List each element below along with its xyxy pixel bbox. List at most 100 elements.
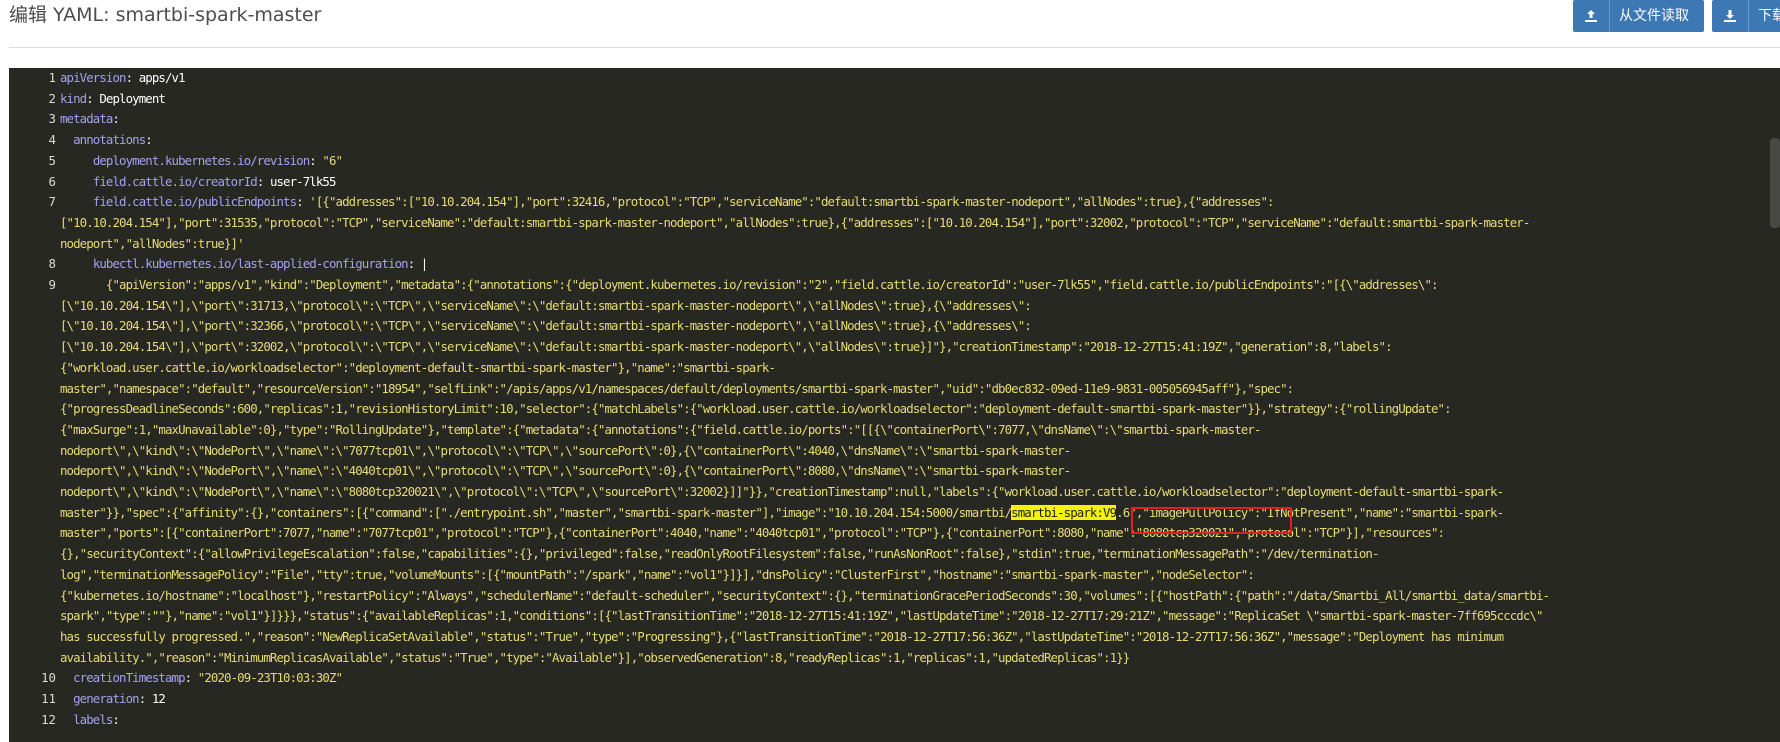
code-token: : xyxy=(184,670,198,686)
code-token: [\"10.10.204.154\"],\"port\":32002,\"pro… xyxy=(60,339,1393,355)
code-token: availability.","reason":"MinimumReplicas… xyxy=(60,649,1130,665)
code-line: has successfully progressed.","reason":"… xyxy=(60,626,1504,647)
code-token: {"workload.user.cattle.io/workloadselect… xyxy=(60,359,776,375)
code-line: [\"10.10.204.154\"],\"port\":31713,\"pro… xyxy=(60,295,1032,316)
read-from-file-label: 从文件读取 xyxy=(1619,8,1689,24)
code-token: spark","type":""},"name":"vol1"}]}}},"st… xyxy=(60,608,1543,624)
code-line: generation: 12 xyxy=(60,688,166,709)
code-line: {"maxSurge":1,"maxUnavailable":0},"type"… xyxy=(60,419,1261,440)
yaml-key: kubectl.kubernetes.io/last-applied-confi… xyxy=(92,256,409,272)
code-line: field.cattle.io/creatorId: user-7lk55 xyxy=(60,171,337,192)
line-number: 2 xyxy=(48,90,56,106)
line-number: 9 xyxy=(48,277,56,292)
code-line: field.cattle.io/publicEndpoints: '[{"add… xyxy=(60,191,1275,212)
code-line: labels: xyxy=(60,709,120,730)
highlighted-text: smartbi-spark:V9 xyxy=(1011,504,1117,520)
code-token: master","namespace":"default","resourceV… xyxy=(60,380,1294,396)
code-token: [\"10.10.204.154\"],\"port\":31713,\"pro… xyxy=(60,297,1032,313)
yaml-key: apiVersion xyxy=(60,70,127,85)
code-line: log","terminationMessagePolicy":"File","… xyxy=(60,564,1255,585)
code-line: nodeport\",\"kind\":\"NodePort\",\"name\… xyxy=(60,460,1071,481)
yaml-key: field.cattle.io/publicEndpoints xyxy=(92,194,297,210)
yaml-key: metadata xyxy=(60,111,113,127)
code-token: 12 xyxy=(151,691,166,706)
line-number: 3 xyxy=(48,111,56,127)
editor-scrollbar[interactable] xyxy=(1770,138,1780,228)
page-title: 编辑 YAML: smartbi-spark-master xyxy=(9,4,322,26)
code-token: : xyxy=(86,90,100,106)
code-token: : xyxy=(309,152,323,168)
yaml-key: labels xyxy=(73,711,113,727)
code-line: kubectl.kubernetes.io/last-applied-confi… xyxy=(60,253,429,274)
header-divider xyxy=(9,47,1780,48)
code-token: {"maxSurge":1,"maxUnavailable":0},"type"… xyxy=(60,421,1261,437)
code-token: : xyxy=(112,711,120,727)
code-token: : xyxy=(256,173,270,189)
code-token: : xyxy=(145,132,152,148)
code-token: master"}},"spec":{"affinity":{},"contain… xyxy=(60,504,1012,520)
line-number: 5 xyxy=(48,152,56,168)
code-token: "2020-09-23T10:03:30Z" xyxy=(197,670,343,686)
code-token: "6" xyxy=(322,152,343,168)
line-number: 7 xyxy=(48,194,56,210)
yaml-key: annotations xyxy=(73,132,146,148)
code-line: spark","type":""},"name":"vol1"}]}}},"st… xyxy=(60,605,1543,626)
code-token: {"progressDeadlineSeconds":600,"replicas… xyxy=(60,401,1452,417)
code-token: Deployment xyxy=(99,90,166,106)
line-number: 1 xyxy=(48,70,56,85)
code-line: {"kubernetes.io/hostname":"localhost"},"… xyxy=(60,585,1550,606)
code-line: {"apiVersion":"apps/v1","kind":"Deployme… xyxy=(60,274,1439,295)
code-line: apiVersion: apps/v1 xyxy=(60,68,186,88)
code-line: {"workload.user.cattle.io/workloadselect… xyxy=(60,357,776,378)
code-token: nodeport\",\"kind\":\"NodePort\",\"name\… xyxy=(60,484,1504,499)
line-number: 12 xyxy=(41,711,56,727)
code-token: nodeport","allNodes":true}]' xyxy=(60,235,245,251)
code-line: annotations: xyxy=(60,129,153,150)
code-token: : xyxy=(125,70,139,85)
code-line: availability.","reason":"MinimumReplicas… xyxy=(60,647,1130,668)
code-token: : xyxy=(296,194,310,210)
code-line: [\"10.10.204.154\"],\"port\":32002,\"pro… xyxy=(60,336,1393,357)
yaml-key: deployment.kubernetes.io/revision xyxy=(92,152,310,168)
download-icon xyxy=(1712,0,1749,32)
code-token: nodeport\",\"kind\":\"NodePort\",\"name\… xyxy=(60,442,1071,458)
line-number: 10 xyxy=(41,670,56,686)
code-token: {"kubernetes.io/hostname":"localhost"},"… xyxy=(60,587,1550,603)
code-line: master","namespace":"default","resourceV… xyxy=(60,378,1294,399)
yaml-key: kind xyxy=(60,90,87,106)
code-line: ["10.10.204.154"],"port":31535,"protocol… xyxy=(60,212,1530,233)
line-number: 8 xyxy=(48,256,56,272)
code-token: {},"securityContext":{"allowPrivilegeEsc… xyxy=(60,546,1379,562)
code-token: user-7lk55 xyxy=(269,173,337,189)
code-token: nodeport\",\"kind\":\"NodePort\",\"name\… xyxy=(60,463,1071,479)
code-line: kind: Deployment xyxy=(60,88,166,109)
yaml-key: generation xyxy=(73,691,140,706)
code-line: deployment.kubernetes.io/revision: "6" xyxy=(60,150,343,171)
code-line: [\"10.10.204.154\"],\"port\":32366,\"pro… xyxy=(60,315,1032,336)
code-token: log","terminationMessagePolicy":"File","… xyxy=(60,566,1255,582)
code-token: ["10.10.204.154"],"port":31535,"protocol… xyxy=(60,214,1530,230)
code-token: {"apiVersion":"apps/v1","kind":"Deployme… xyxy=(60,277,1439,292)
code-line: nodeport\",\"kind\":\"NodePort\",\"name\… xyxy=(60,440,1071,461)
download-label: 下载 xyxy=(1758,8,1780,24)
code-token: : | xyxy=(407,256,429,272)
yaml-editor[interactable]: 1 apiVersion: apps/v1 2 kind: Deployment 3 me… xyxy=(9,68,1780,742)
line-number: 11 xyxy=(41,691,56,706)
code-line: nodeport\",\"kind\":\"NodePort\",\"name\… xyxy=(60,481,1504,502)
download-button[interactable]: 下载 xyxy=(1712,0,1780,32)
read-from-file-button[interactable]: 从文件读取 xyxy=(1573,0,1704,32)
yaml-key: creationTimestamp xyxy=(73,670,185,686)
code-line: creationTimestamp: "2020-09-23T10:03:30Z… xyxy=(60,667,343,688)
code-line: {"progressDeadlineSeconds":600,"replicas… xyxy=(60,398,1452,419)
code-token: '[{"addresses":["10.10.204.154"],"port":… xyxy=(309,194,1274,210)
line-number: 4 xyxy=(48,132,56,148)
upload-icon xyxy=(1573,0,1610,32)
line-number: 6 xyxy=(48,173,56,189)
